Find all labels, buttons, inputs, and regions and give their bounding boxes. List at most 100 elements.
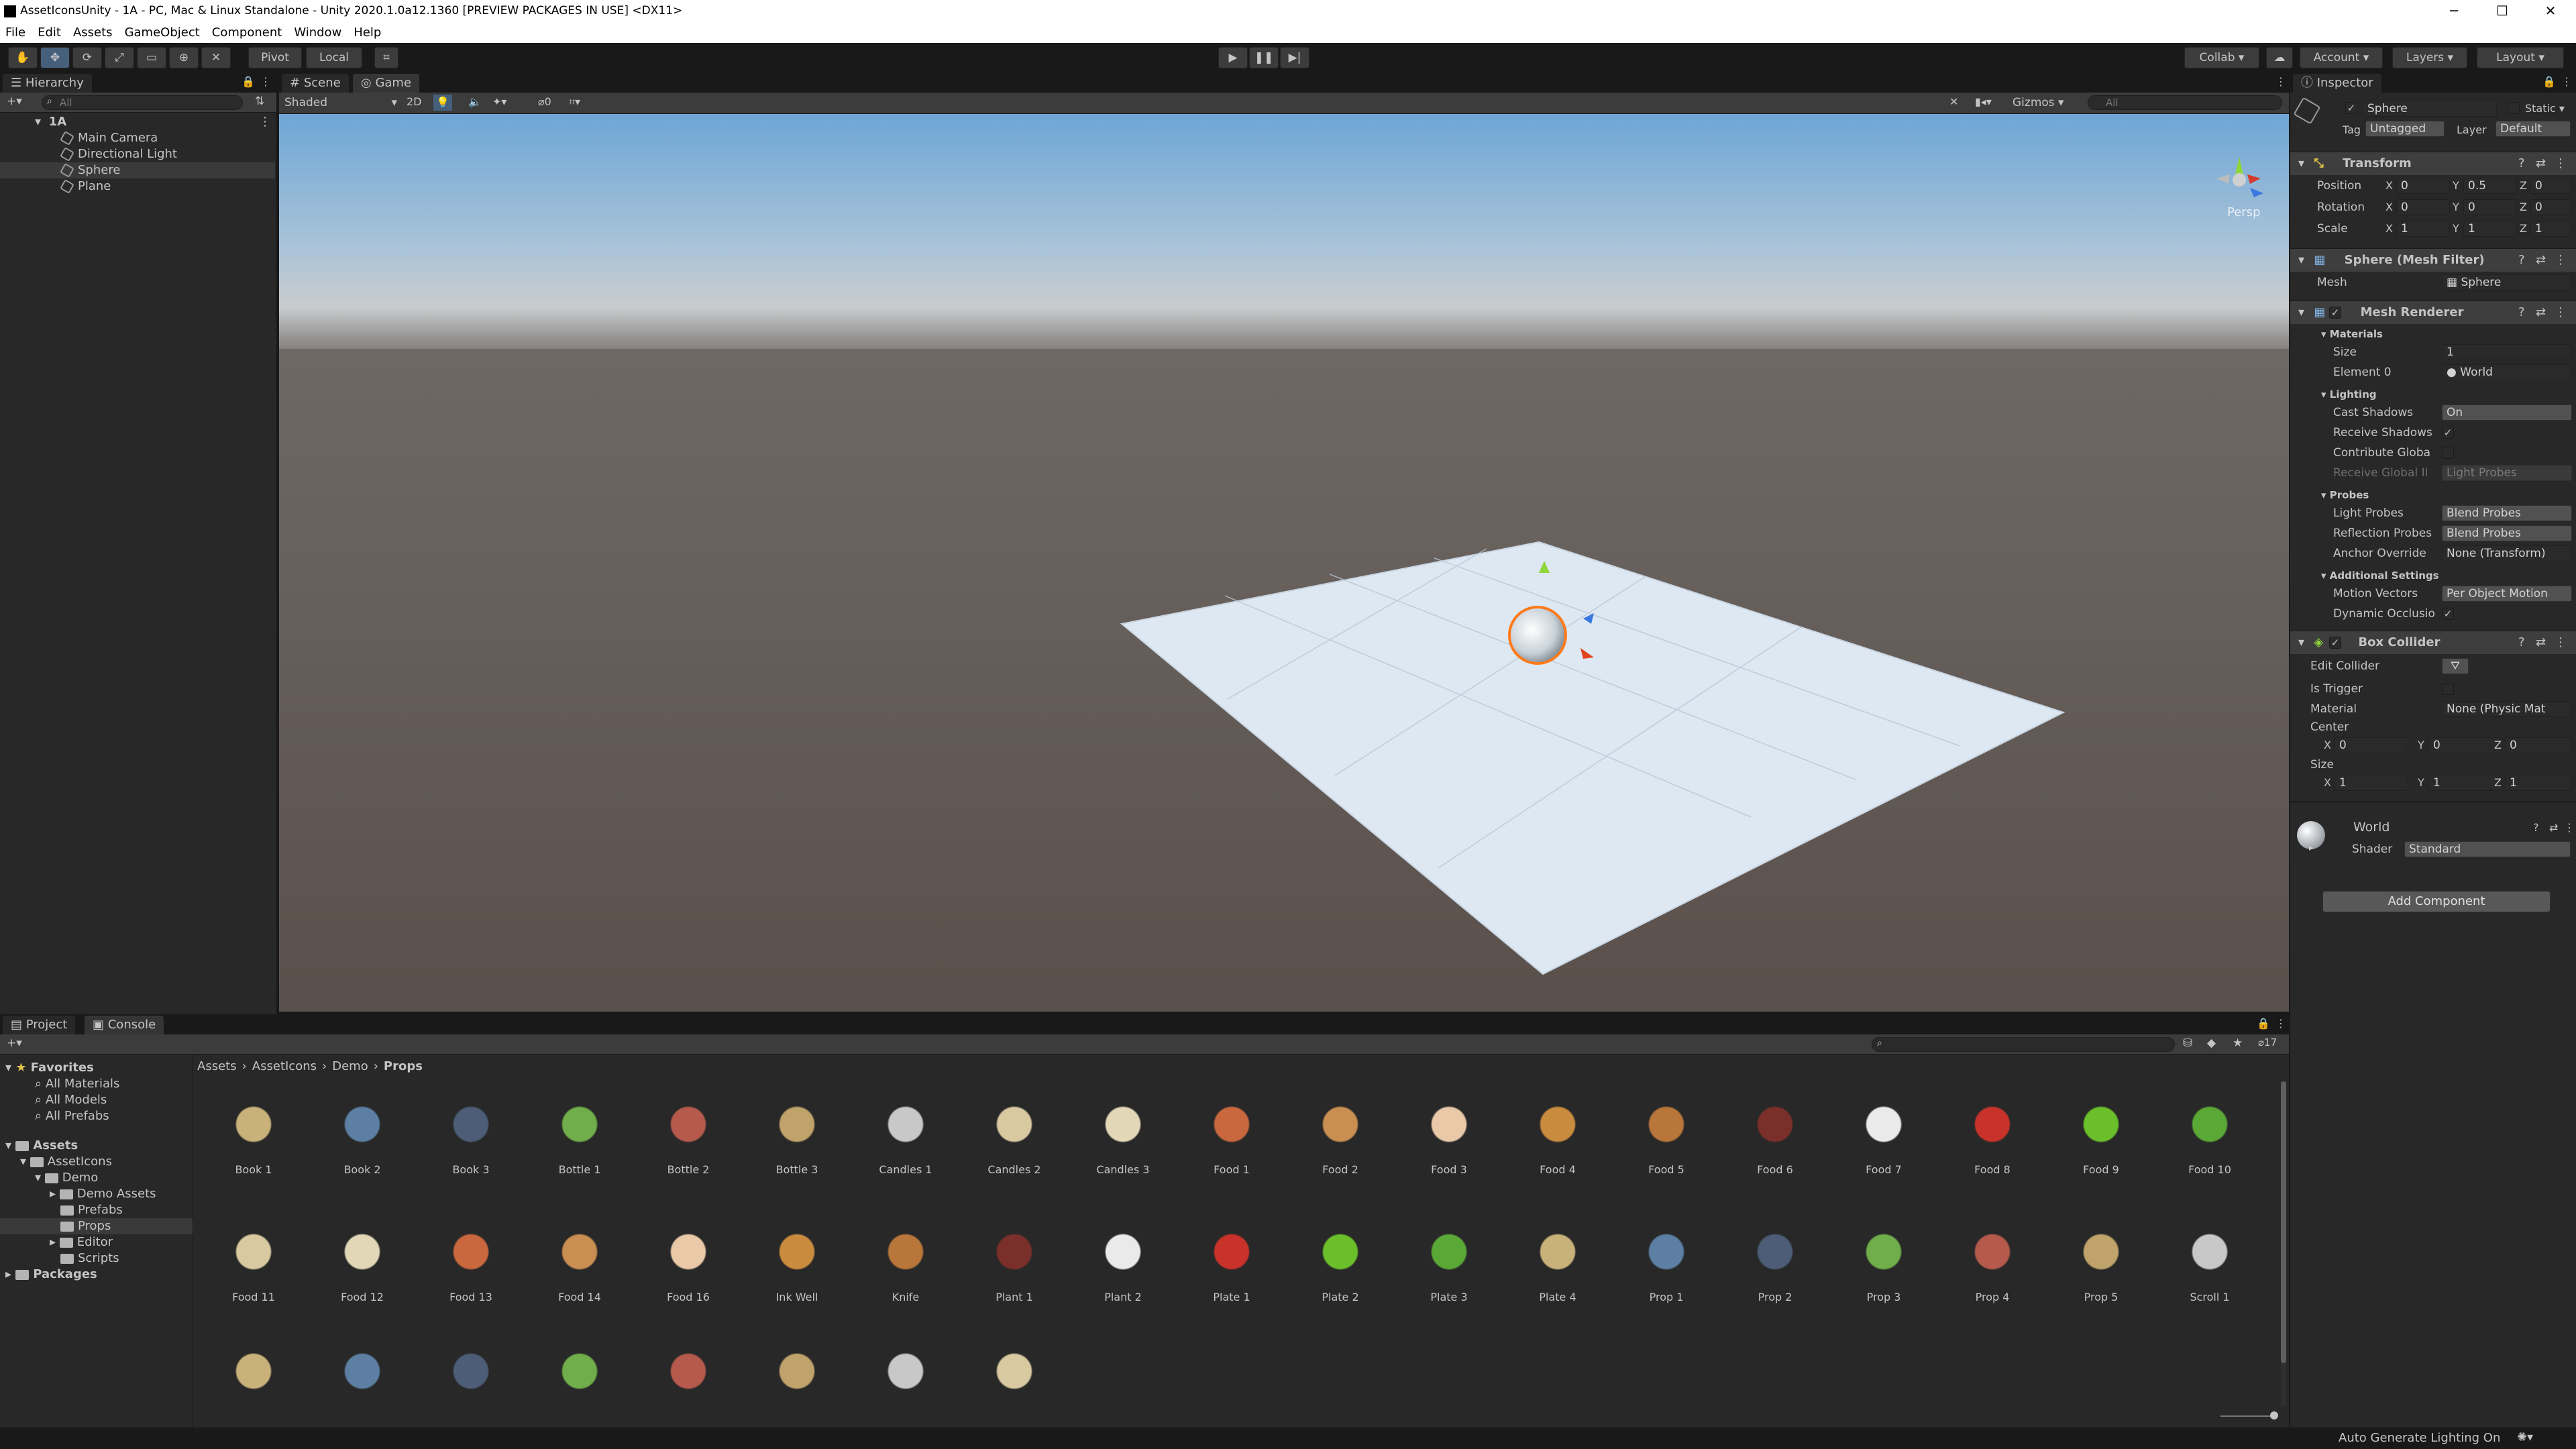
static-checkbox[interactable] bbox=[2508, 102, 2520, 114]
asset-item[interactable] bbox=[955, 1326, 1063, 1414]
tree-props[interactable]: Props bbox=[60, 1218, 111, 1234]
preset-icon[interactable]: ⇄ bbox=[2536, 152, 2546, 175]
position-z-field[interactable]: 0 bbox=[2530, 178, 2572, 194]
asset-item[interactable]: Candles 2 bbox=[955, 1079, 1063, 1193]
motion-vectors-dropdown[interactable]: Per Object Motion bbox=[2442, 586, 2572, 602]
asset-item[interactable]: Candles 3 bbox=[1064, 1079, 1171, 1193]
asset-item[interactable] bbox=[847, 1326, 954, 1414]
position-x-field[interactable]: 0 bbox=[2396, 178, 2450, 194]
shader-dropdown[interactable]: Standard bbox=[2404, 841, 2571, 857]
preset-icon[interactable]: ⇄ bbox=[2536, 301, 2546, 324]
account-dropdown[interactable]: Account ▾ bbox=[2300, 47, 2383, 68]
layout-dropdown[interactable]: Layout ▾ bbox=[2477, 47, 2564, 68]
transform-tool-icon[interactable]: ⊕ bbox=[169, 47, 199, 68]
element0-field[interactable]: ● World bbox=[2442, 364, 2572, 380]
create-dropdown[interactable]: +▾ bbox=[7, 95, 22, 108]
component-menu-icon[interactable]: ⋮ bbox=[2555, 249, 2567, 272]
scene-search-input[interactable]: All bbox=[2088, 95, 2282, 110]
center-z-field[interactable]: 0 bbox=[2505, 737, 2572, 753]
asset-item[interactable]: Food 1 bbox=[1173, 1079, 1280, 1193]
audio-toggle-icon[interactable]: 🔈 bbox=[468, 95, 482, 108]
lock-icon[interactable]: 🔒 bbox=[2257, 1017, 2270, 1030]
packages-root[interactable]: ▸ Packages bbox=[5, 1267, 97, 1283]
asset-item[interactable]: Plate 3 bbox=[1390, 1206, 1497, 1320]
receive-shadows-checkbox[interactable]: ✓ bbox=[2442, 427, 2454, 439]
component-menu-icon[interactable]: ⋮ bbox=[2555, 301, 2567, 324]
move-tool-icon[interactable]: ✥ bbox=[40, 47, 70, 68]
tree-demo-assets[interactable]: ▸ Demo Assets bbox=[50, 1186, 156, 1202]
breadcrumb-demo[interactable]: Demo bbox=[332, 1059, 368, 1073]
asset-item[interactable] bbox=[303, 1326, 411, 1414]
menu-assets[interactable]: Assets bbox=[73, 23, 113, 43]
lock-icon[interactable]: 🔒 bbox=[2542, 75, 2556, 88]
contribute-gi-checkbox[interactable] bbox=[2442, 447, 2454, 459]
tab-console[interactable]: ▣ Console bbox=[85, 1016, 164, 1034]
static-dropdown[interactable]: Static ▾ bbox=[2525, 102, 2565, 115]
add-component-button[interactable]: Add Component bbox=[2322, 891, 2551, 912]
scale-z-field[interactable]: 1 bbox=[2530, 221, 2572, 237]
foldout-arrow-icon[interactable]: ▾ bbox=[2298, 635, 2304, 649]
local-toggle[interactable]: Local bbox=[306, 47, 362, 68]
grid-toggle-icon[interactable]: ⌗▾ bbox=[569, 95, 580, 109]
expand-arrow-icon[interactable]: ▾ bbox=[35, 115, 41, 129]
tree-prefabs[interactable]: Prefabs bbox=[60, 1202, 123, 1218]
size-x-field[interactable]: 1 bbox=[2334, 775, 2408, 791]
scene-menu-icon[interactable]: ⋮ bbox=[2275, 75, 2286, 88]
tree-editor[interactable]: ▸ Editor bbox=[50, 1234, 113, 1250]
asset-item[interactable]: Bottle 3 bbox=[738, 1079, 845, 1193]
asset-item[interactable]: Ink Well bbox=[738, 1206, 845, 1320]
asset-item[interactable]: Prop 5 bbox=[2042, 1206, 2149, 1320]
object-name-field[interactable]: Sphere bbox=[2363, 101, 2497, 117]
lighting-foldout[interactable]: ▾ Lighting bbox=[2290, 386, 2576, 402]
rotation-x-field[interactable]: 0 bbox=[2396, 199, 2450, 215]
hierarchy-item-main-camera[interactable]: Main Camera bbox=[0, 130, 275, 146]
asset-item[interactable]: Plate 1 bbox=[1173, 1206, 1280, 1320]
tab-inspector[interactable]: ⓘ Inspector bbox=[2293, 74, 2381, 93]
close-button[interactable]: ✕ bbox=[2530, 1, 2571, 20]
rect-tool-icon[interactable]: ▭ bbox=[137, 47, 166, 68]
lock-icon[interactable]: 🔒 bbox=[241, 75, 255, 88]
center-x-field[interactable]: 0 bbox=[2334, 737, 2408, 753]
preset-icon[interactable]: ⇄ bbox=[2536, 249, 2546, 272]
position-y-field[interactable]: 0.5 bbox=[2463, 178, 2517, 194]
asset-item[interactable]: Prop 4 bbox=[1933, 1206, 2041, 1320]
asset-item[interactable]: Food 5 bbox=[1607, 1079, 1715, 1193]
icon-size-slider[interactable] bbox=[2220, 1415, 2275, 1417]
hand-tool-icon[interactable]: ✋ bbox=[8, 47, 38, 68]
asset-item[interactable]: Food 8 bbox=[1933, 1079, 2041, 1193]
collab-dropdown[interactable]: Collab ▾ bbox=[2184, 47, 2259, 68]
foldout-arrow-icon[interactable]: ▾ bbox=[2298, 156, 2304, 170]
component-menu-icon[interactable]: ⋮ bbox=[2564, 821, 2575, 834]
kebab-menu-icon[interactable]: ⋮ bbox=[2275, 1017, 2286, 1030]
favorites-item[interactable]: ▾ ★ Favorites bbox=[5, 1060, 94, 1076]
hidden-objects-toggle[interactable]: ⌀0 bbox=[538, 95, 551, 108]
minimize-button[interactable]: ─ bbox=[2434, 1, 2474, 20]
scene-menu-icon[interactable]: ⋮ bbox=[259, 114, 271, 130]
tab-game[interactable]: ◎ Game bbox=[353, 74, 420, 93]
scale-y-field[interactable]: 1 bbox=[2463, 221, 2517, 237]
tree-demo[interactable]: ▾ Demo bbox=[35, 1170, 98, 1186]
asset-item[interactable]: Food 14 bbox=[521, 1206, 628, 1320]
tab-hierarchy[interactable]: ☰ Hierarchy bbox=[3, 74, 92, 93]
box-collider-header[interactable]: ▾ ◈ ✓ Box Collider ? ⇄ ⋮ bbox=[2290, 631, 2576, 654]
hierarchy-scene-row[interactable]: ▾ 1A ⋮ bbox=[0, 114, 275, 130]
component-menu-icon[interactable]: ⋮ bbox=[2555, 631, 2567, 654]
asset-item[interactable]: Food 12 bbox=[303, 1206, 411, 1320]
menu-component[interactable]: Component bbox=[212, 23, 282, 43]
asset-item[interactable]: Prop 2 bbox=[1716, 1206, 1823, 1320]
pause-button[interactable]: ❚❚ bbox=[1249, 47, 1279, 68]
effects-toggle-icon[interactable]: ✦▾ bbox=[492, 95, 506, 108]
materials-size-field[interactable]: 1 bbox=[2442, 344, 2572, 360]
mesh-filter-header[interactable]: ▾ ▦ Sphere (Mesh Filter) ? ⇄ ⋮ bbox=[2290, 248, 2576, 272]
grid-snap-icon[interactable]: ⌗ bbox=[374, 47, 398, 68]
asset-item[interactable]: Bottle 2 bbox=[629, 1079, 737, 1193]
lighting-settings-icon[interactable]: ✺▾ bbox=[2517, 1430, 2533, 1444]
cloud-icon[interactable]: ☁ bbox=[2266, 47, 2293, 68]
help-icon[interactable]: ? bbox=[2518, 152, 2525, 175]
help-icon[interactable]: ? bbox=[2533, 821, 2539, 834]
mesh-field[interactable]: ▦ Sphere bbox=[2442, 274, 2572, 290]
menu-gameobject[interactable]: GameObject bbox=[125, 23, 200, 43]
active-checkbox[interactable]: ✓ bbox=[2345, 102, 2357, 114]
size-z-field[interactable]: 1 bbox=[2505, 775, 2572, 791]
asset-item[interactable] bbox=[521, 1326, 628, 1414]
